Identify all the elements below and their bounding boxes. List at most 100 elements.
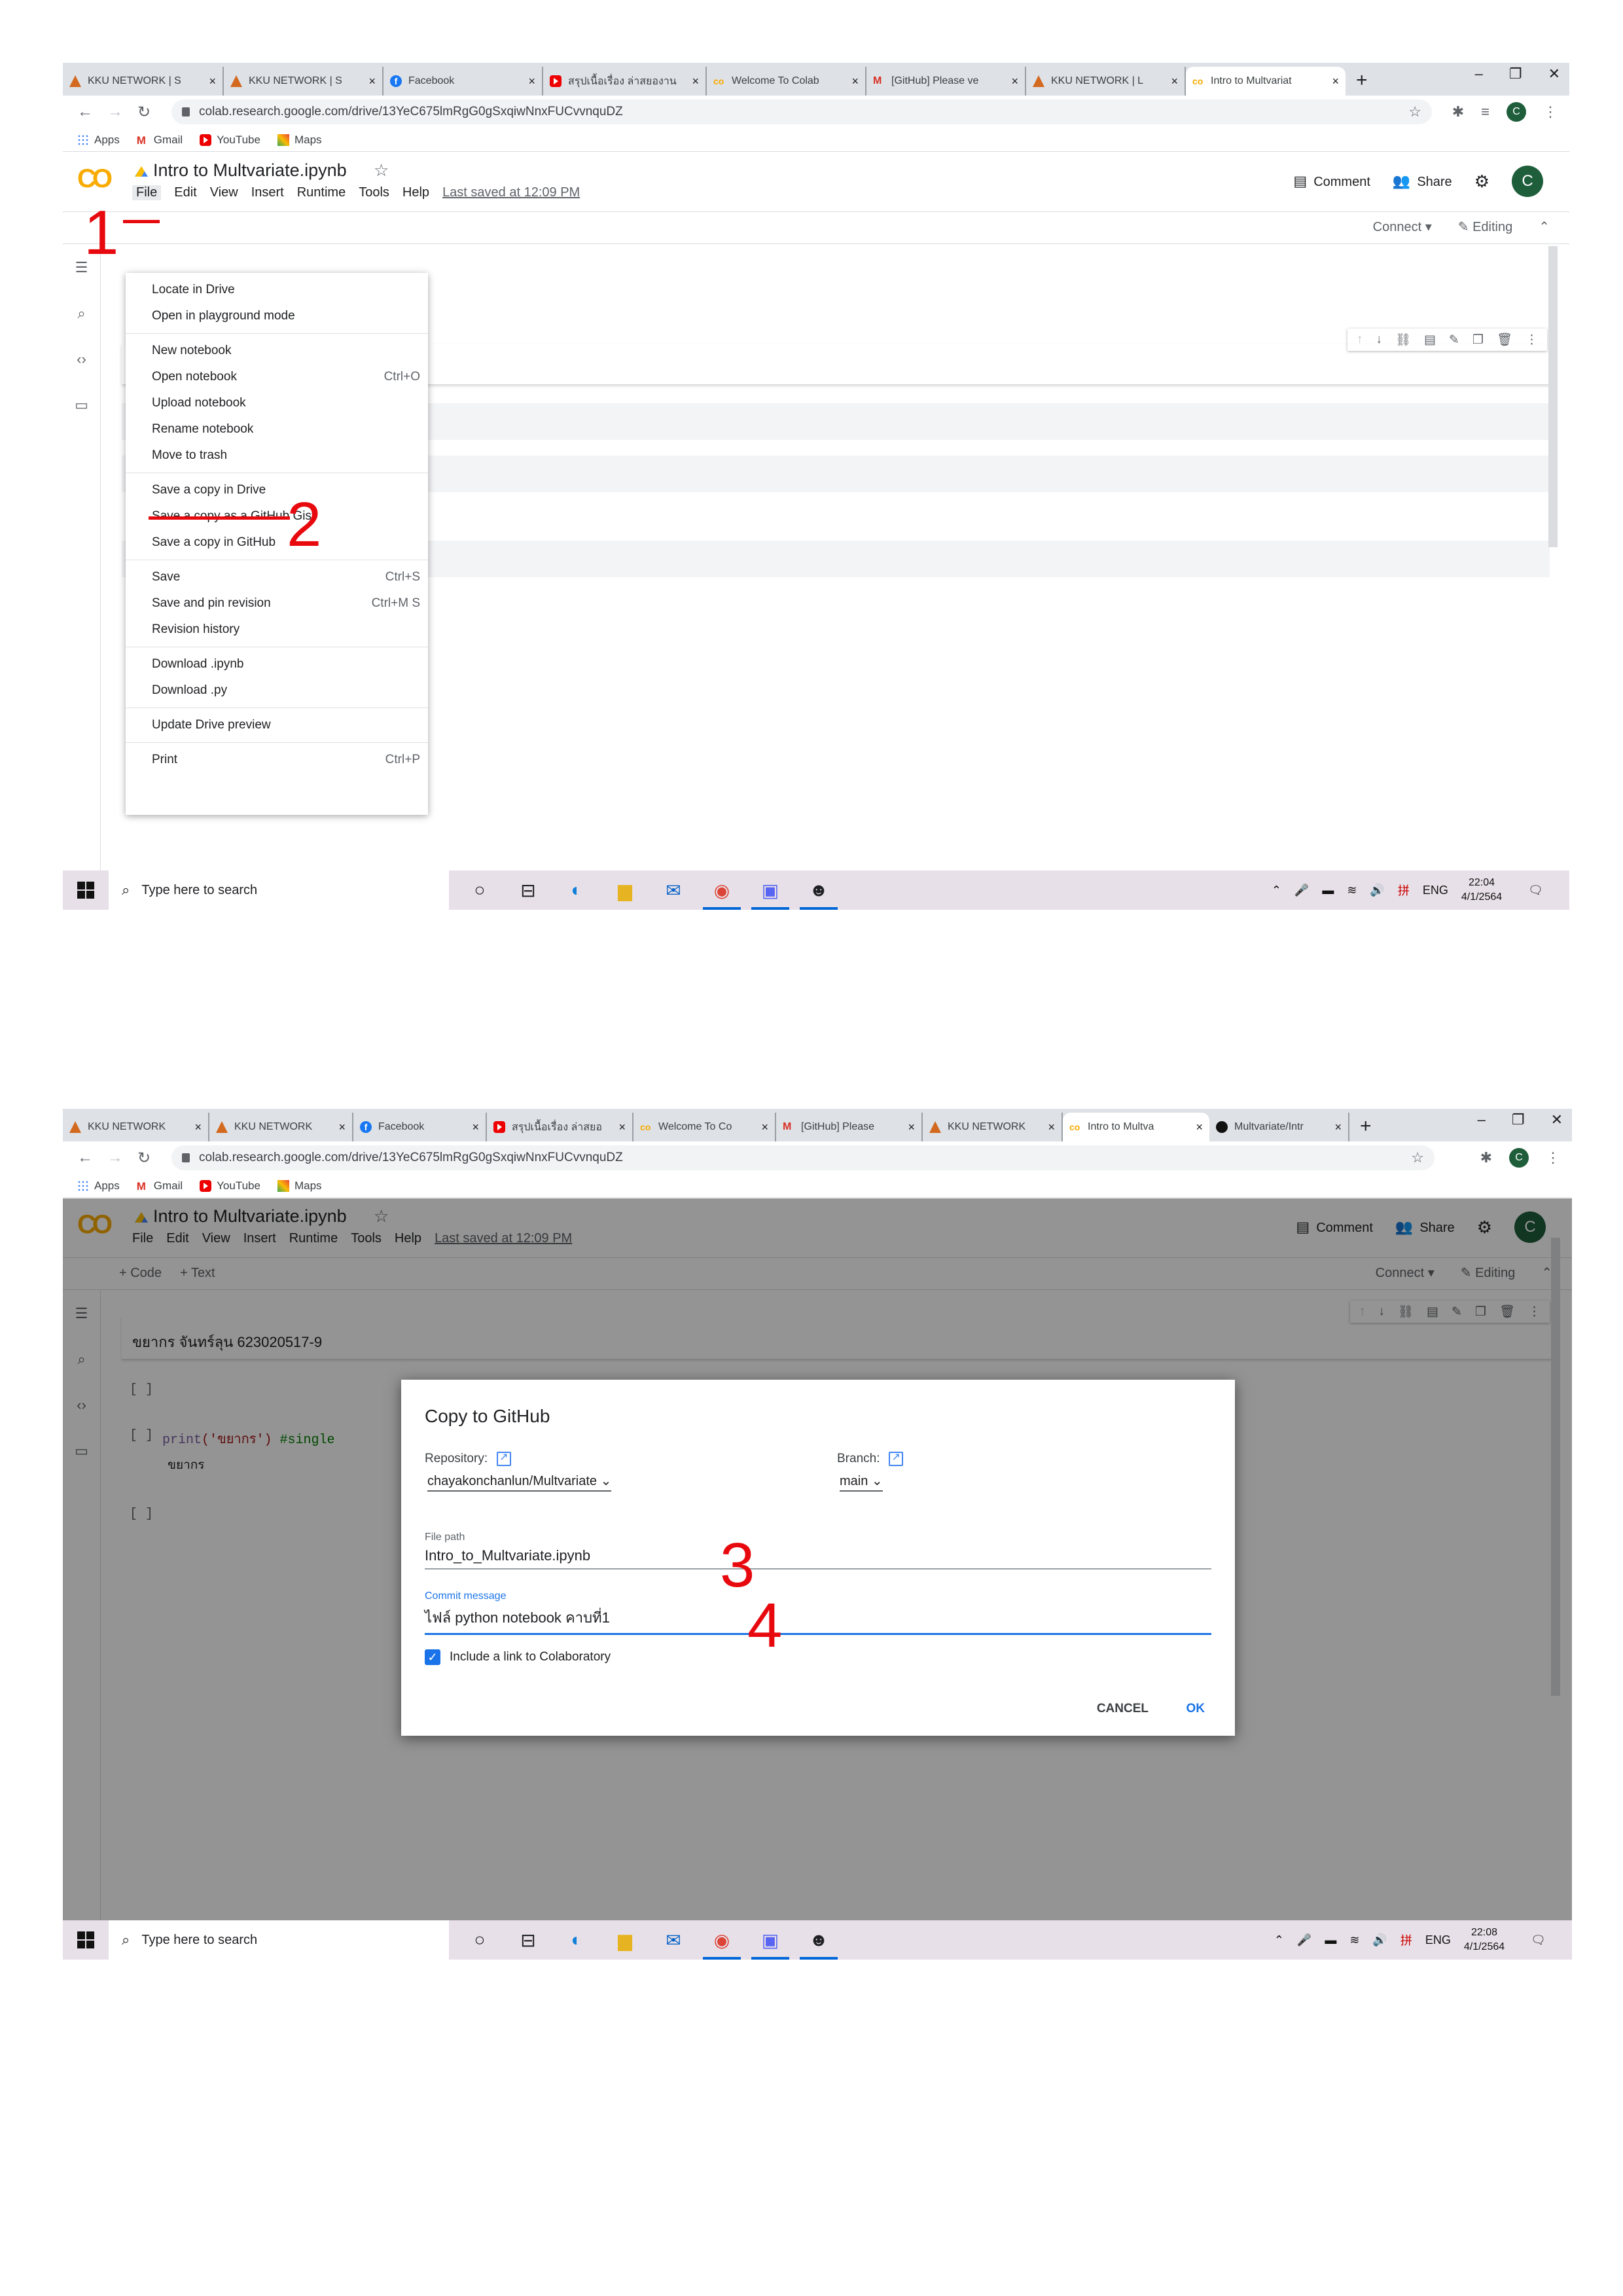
browser-tab[interactable]: co Intro to Multva × [1063,1113,1209,1141]
menu-item-download-ipynb[interactable]: Download .ipynb [126,651,428,677]
menu-item-update-drive-preview[interactable]: Update Drive preview [126,712,428,738]
cancel-button[interactable]: CANCEL [1097,1702,1149,1716]
tab-close-icon[interactable]: × [618,1121,626,1134]
edge-icon[interactable]: ◐ [552,870,601,910]
restore-icon[interactable]: ❐ [1509,65,1522,82]
url-bar[interactable]: colab.research.google.com/drive/13YeC675… [171,1145,1435,1170]
comment-button[interactable]: ▤ Comment [1293,173,1370,190]
back-icon[interactable]: ← [77,1149,93,1167]
task-view-icon[interactable]: ⊟ [504,870,552,910]
menu-item-rename-notebook[interactable]: Rename notebook [126,416,428,442]
discord-icon[interactable]: ▣ [746,870,794,910]
browser-tab[interactable]: f Facebook × [353,1113,487,1141]
menu-edit[interactable]: Edit [174,185,196,200]
close-window-icon[interactable]: ✕ [1548,65,1560,82]
bookmark-youtube[interactable]: YouTube [200,1179,260,1193]
language-indicator[interactable]: ENG [1425,1933,1451,1947]
windows-start-icon[interactable] [77,882,94,899]
menu-item-upload-notebook[interactable]: Upload notebook [126,390,428,416]
browser-tab[interactable]: KKU NETWORK × [209,1113,353,1141]
bookmark-apps[interactable]: Apps [77,1179,120,1193]
battery-icon[interactable]: ▬ [1325,1933,1336,1947]
file-path-field[interactable]: File path Intro_to_Multvariate.ipynb [425,1532,1211,1570]
files-folder-icon[interactable]: ▭ [63,382,100,428]
notifications-icon[interactable]: 🗨 [1531,1933,1546,1947]
profile-avatar[interactable]: C [1509,1148,1529,1168]
browser-menu-icon[interactable]: ⋮ [1546,1149,1560,1166]
taskbar-search[interactable]: ⌕ Type here to search [109,870,449,910]
browser-tab[interactable]: co Welcome To Co × [633,1113,776,1141]
tray-chevron-icon[interactable]: ⌃ [1274,1933,1284,1947]
reload-icon[interactable]: ↻ [137,1149,153,1168]
tab-close-icon[interactable]: × [528,75,535,88]
file-explorer-icon[interactable]: ▆ [601,870,649,910]
taskbar-search[interactable]: ⌕ Type here to search [109,1920,449,1960]
tab-close-icon[interactable]: × [761,1121,768,1134]
forward-icon[interactable]: → [107,103,123,121]
menu-file[interactable]: File [132,185,162,200]
menu-runtime[interactable]: Runtime [297,185,346,200]
menu-item-locate-in-drive[interactable]: Locate in Drive [126,277,428,303]
taskbar-clock[interactable]: 22:08 4/1/2564 [1464,1926,1505,1954]
file-explorer-icon[interactable]: ▆ [601,1920,649,1960]
tab-close-icon[interactable]: × [209,75,216,88]
browser-menu-icon[interactable]: ⋮ [1543,103,1558,120]
reading-list-icon[interactable]: ≡ [1481,103,1489,120]
tab-close-icon[interactable]: × [1171,75,1178,88]
tab-close-icon[interactable]: × [908,1121,915,1134]
last-saved-link[interactable]: Last saved at 12:09 PM [442,185,580,200]
browser-tab[interactable]: KKU NETWORK × [63,1113,209,1141]
browser-tab[interactable]: KKU NETWORK × [923,1113,1063,1141]
volume-icon[interactable]: 🔊 [1370,884,1384,897]
menu-item-revision-history[interactable]: Revision history [126,617,428,643]
menu-insert[interactable]: Insert [251,185,284,200]
tab-close-icon[interactable]: × [194,1121,202,1134]
chrome-icon[interactable]: ◉ [698,1920,746,1960]
tab-close-icon[interactable]: × [1011,75,1018,88]
browser-tab[interactable]: co Intro to Multvariat × [1186,67,1346,96]
extensions-icon[interactable]: ✱ [1480,1149,1492,1166]
notifications-icon[interactable]: 🗨 [1528,884,1543,897]
browser-tab[interactable]: f Facebook × [383,67,543,96]
menu-item-download-py[interactable]: Download .py [126,677,428,704]
url-bar[interactable]: colab.research.google.com/drive/13YeC675… [171,99,1432,124]
ok-button[interactable]: OK [1186,1702,1205,1716]
profile-avatar[interactable]: C [1507,102,1526,122]
bookmark-youtube[interactable]: YouTube [200,134,260,147]
menu-item-save[interactable]: Save Ctrl+S [126,564,428,590]
taskbar-clock[interactable]: 22:04 4/1/2564 [1461,876,1502,905]
input-method-icon[interactable]: 拼 [1400,1931,1412,1948]
tab-close-icon[interactable]: × [692,75,699,88]
browser-tab[interactable]: M [GitHub] Please ve × [866,67,1026,96]
star-notebook-icon[interactable]: ☆ [374,160,389,181]
code-snippets-icon[interactable]: ‹› [63,336,100,382]
tab-close-icon[interactable]: × [1334,1121,1342,1134]
tab-close-icon[interactable]: × [368,75,376,88]
menu-item-print[interactable]: Print Ctrl+P [126,747,428,773]
scrollbar[interactable] [1548,246,1558,547]
menu-item-open-in-playground-mode[interactable]: Open in playground mode [126,303,428,329]
battery-icon[interactable]: ▬ [1322,884,1334,897]
menu-item-save-a-copy-in-drive[interactable]: Save a copy in Drive [126,477,428,503]
tab-close-icon[interactable]: × [851,75,859,88]
back-icon[interactable]: ← [77,103,93,121]
branch-select[interactable]: main ⌄ [840,1473,883,1492]
browser-tab[interactable]: KKU NETWORK | S × [224,67,383,96]
repository-select[interactable]: chayakonchanlun/Multvariate ⌄ [427,1473,612,1492]
close-window-icon[interactable]: ✕ [1551,1111,1563,1128]
browser-tab[interactable]: co Welcome To Colab × [707,67,866,96]
bookmark-maps[interactable]: Maps [277,134,322,147]
bookmark-star-icon[interactable]: ☆ [1408,103,1421,120]
chrome-icon[interactable]: ◉ [698,870,746,910]
settings-icon[interactable]: ⚙ [1474,171,1489,192]
commit-message-input[interactable]: ไฟล์ python notebook คาบที่1 [425,1606,1211,1635]
menu-item-new-notebook[interactable]: New notebook [126,338,428,364]
app-avatar-icon[interactable]: ☻ [794,870,843,910]
bookmark-apps[interactable]: Apps [77,134,120,147]
app-avatar-icon[interactable]: ☻ [794,1920,843,1960]
tab-close-icon[interactable]: × [1196,1121,1203,1134]
collapse-header-icon[interactable]: ⌃ [1539,219,1550,235]
wifi-icon[interactable]: ≋ [1347,884,1357,897]
menu-item-save-and-pin-revision[interactable]: Save and pin revision Ctrl+M S [126,590,428,617]
tab-close-icon[interactable]: × [1048,1121,1055,1134]
